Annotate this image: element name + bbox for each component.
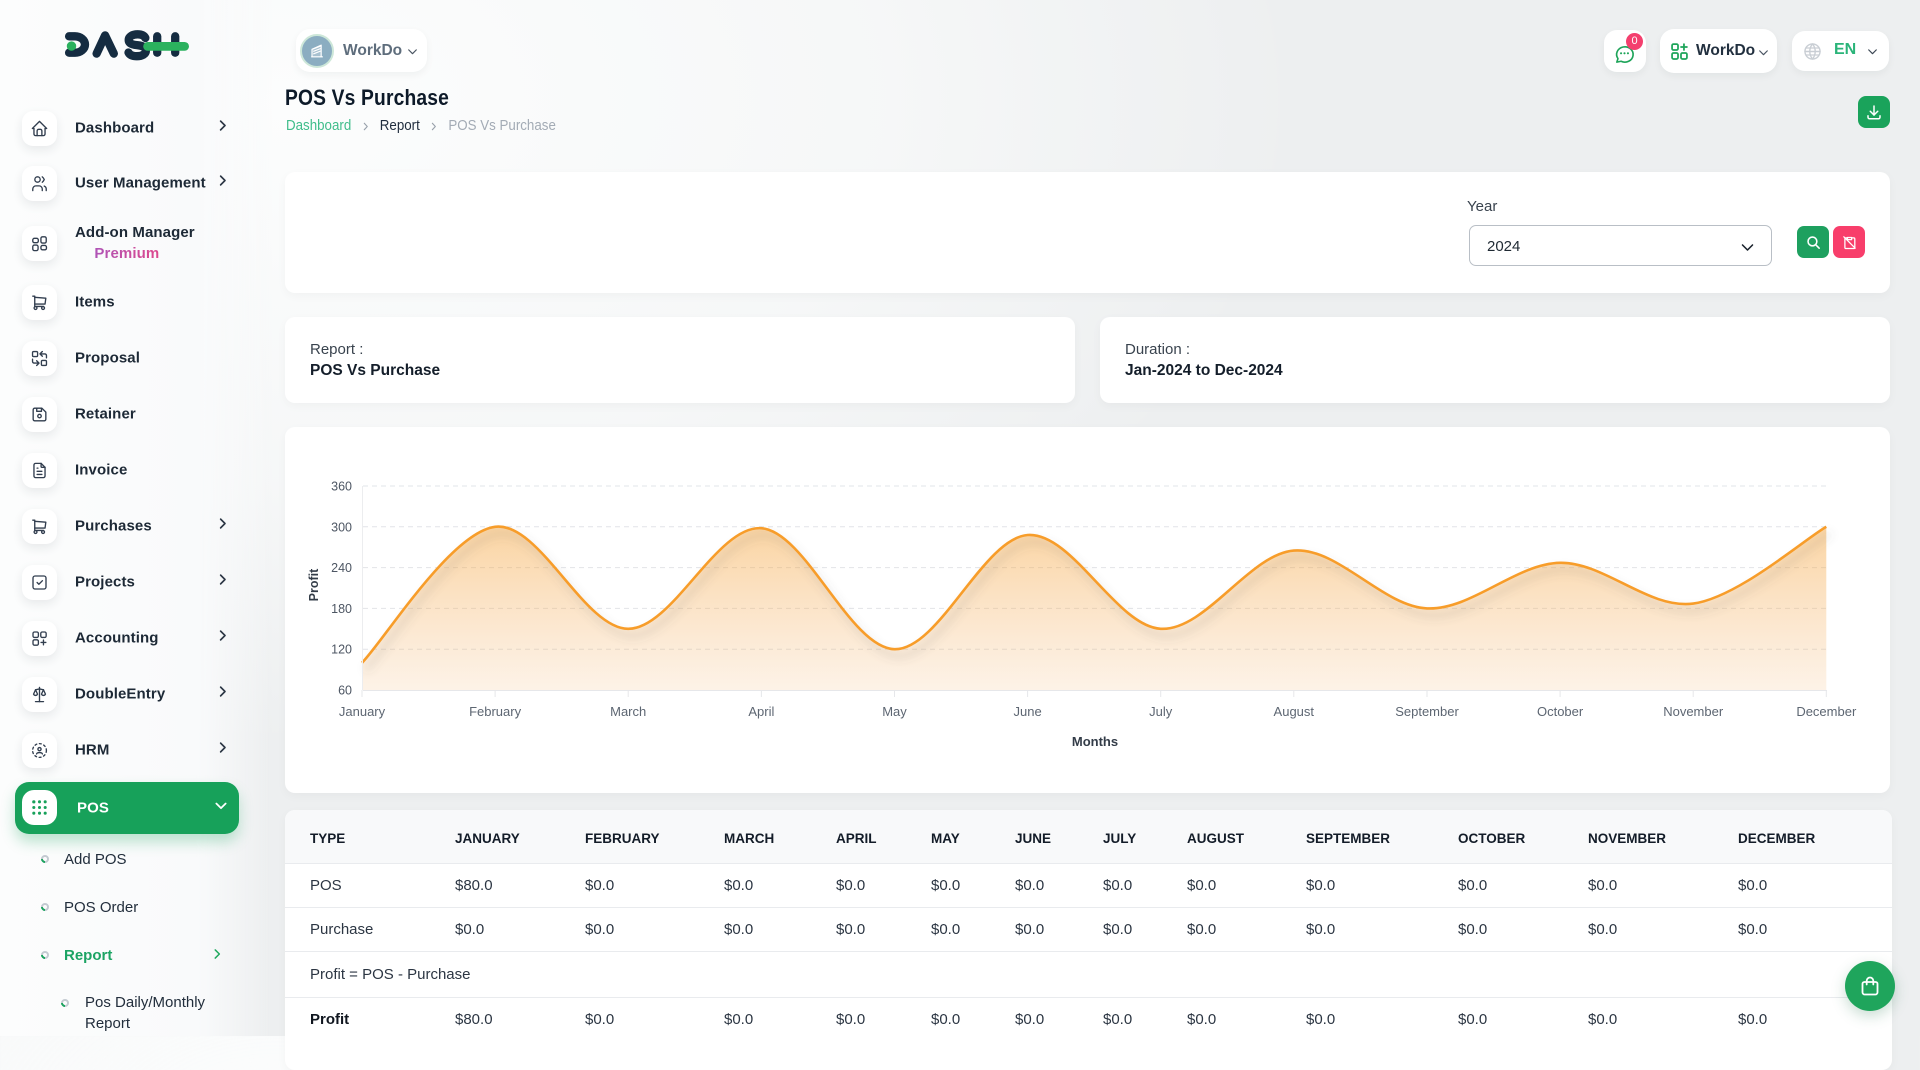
svg-text:Profit: Profit	[307, 568, 321, 601]
svg-text:October: October	[1537, 704, 1584, 719]
svg-text:60: 60	[338, 684, 352, 698]
svg-text:300: 300	[331, 520, 352, 534]
svg-text:May: May	[882, 704, 907, 719]
svg-text:120: 120	[331, 643, 352, 657]
svg-text:360: 360	[331, 480, 352, 494]
svg-text:April: April	[748, 704, 774, 719]
svg-text:July: July	[1149, 704, 1173, 719]
svg-text:240: 240	[331, 561, 352, 575]
svg-text:March: March	[610, 704, 646, 719]
svg-text:December: December	[1796, 704, 1857, 719]
svg-text:September: September	[1395, 704, 1459, 719]
svg-text:November: November	[1663, 704, 1724, 719]
svg-text:February: February	[469, 704, 522, 719]
svg-text:August: August	[1274, 704, 1315, 719]
svg-text:June: June	[1013, 704, 1041, 719]
svg-text:January: January	[339, 704, 386, 719]
svg-text:180: 180	[331, 602, 352, 616]
svg-text:Months: Months	[1072, 734, 1118, 749]
